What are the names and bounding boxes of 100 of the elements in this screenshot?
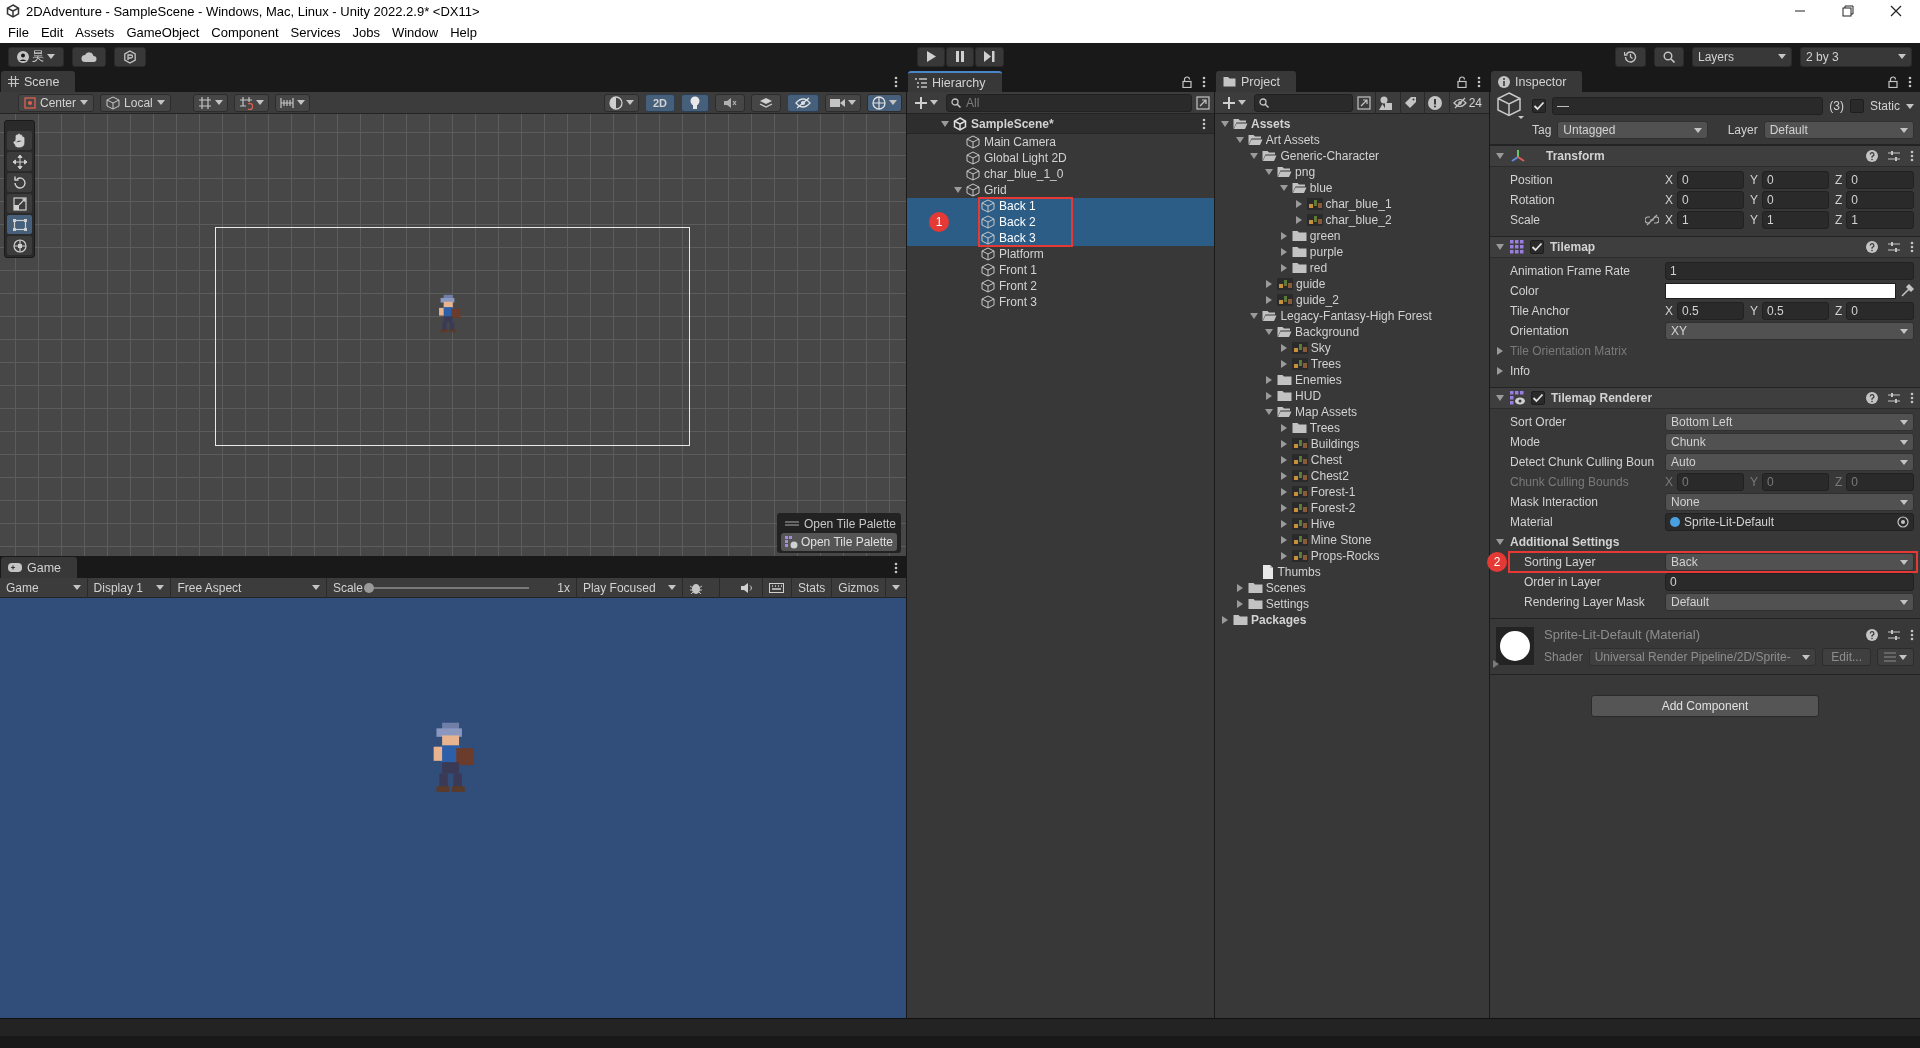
number-field[interactable]: 1 bbox=[1762, 211, 1829, 229]
lock-icon[interactable] bbox=[1457, 75, 1467, 88]
expand-arrow-icon[interactable] bbox=[1294, 200, 1303, 208]
project-item[interactable]: Forest-1 bbox=[1215, 484, 1489, 500]
view-dropdown[interactable]: Game bbox=[0, 577, 88, 598]
help-icon[interactable] bbox=[1866, 150, 1878, 162]
number-field[interactable]: 0 bbox=[1677, 171, 1744, 189]
dropdown[interactable]: Back bbox=[1665, 553, 1914, 571]
project-item[interactable]: Hive bbox=[1215, 516, 1489, 532]
expand-arrow-icon[interactable] bbox=[1279, 232, 1288, 240]
hierarchy-item[interactable]: Back 3 bbox=[907, 230, 1214, 246]
expand-arrow-icon[interactable] bbox=[1294, 216, 1303, 224]
shading-button[interactable] bbox=[603, 93, 639, 112]
project-item[interactable]: Map Assets bbox=[1215, 404, 1489, 420]
number-field[interactable]: 0.5 bbox=[1762, 302, 1829, 320]
collapse-arrow-icon[interactable] bbox=[1235, 136, 1244, 144]
pause-button[interactable] bbox=[945, 46, 974, 67]
slider-thumb[interactable] bbox=[363, 582, 374, 593]
component-header[interactable]: Tilemap bbox=[1490, 236, 1920, 258]
project-item[interactable]: green bbox=[1215, 228, 1489, 244]
object-field[interactable]: Sprite-Lit-Default bbox=[1665, 513, 1914, 531]
expand-arrow-icon[interactable] bbox=[1235, 584, 1244, 592]
project-item[interactable]: red bbox=[1215, 260, 1489, 276]
expand-arrow-icon[interactable] bbox=[1265, 280, 1274, 288]
project-item[interactable]: Trees bbox=[1215, 420, 1489, 436]
tool-button[interactable] bbox=[7, 215, 32, 234]
collapse-arrow-icon[interactable] bbox=[1265, 328, 1274, 336]
menu-item[interactable]: Edit bbox=[34, 25, 70, 40]
gameobject-cube-icon[interactable] bbox=[1496, 91, 1526, 121]
layer-dropdown[interactable]: Default bbox=[1763, 121, 1914, 139]
warning-filter-icon[interactable] bbox=[1427, 95, 1442, 110]
display-dropdown[interactable]: Display 1 bbox=[87, 577, 172, 598]
preset-icon[interactable] bbox=[1888, 150, 1900, 162]
more-options-icon[interactable] bbox=[1910, 241, 1914, 253]
expand-arrow-icon[interactable] bbox=[1279, 264, 1288, 272]
lock-icon[interactable] bbox=[1182, 75, 1192, 88]
close-icon[interactable] bbox=[1890, 5, 1902, 17]
pivot-dropdown[interactable]: Center bbox=[18, 93, 95, 112]
history-button[interactable] bbox=[1615, 46, 1646, 67]
expand-arrow-icon[interactable] bbox=[1265, 296, 1274, 304]
collapse-arrow-icon[interactable] bbox=[1279, 184, 1288, 192]
color-swatch[interactable] bbox=[1665, 283, 1896, 299]
project-item[interactable]: purple bbox=[1215, 244, 1489, 260]
collapse-arrow-icon[interactable] bbox=[1496, 538, 1504, 546]
expand-arrow-icon[interactable] bbox=[1279, 440, 1288, 448]
scene-toggle[interactable] bbox=[681, 93, 709, 112]
hierarchy-item[interactable]: Main Camera bbox=[907, 134, 1214, 150]
help-icon[interactable] bbox=[1866, 241, 1878, 253]
account-button[interactable]: 昊 bbox=[8, 46, 64, 67]
more-options-icon[interactable] bbox=[1477, 75, 1481, 88]
hierarchy-item[interactable]: char_blue_1_0 bbox=[907, 166, 1214, 182]
dropdown[interactable]: Auto bbox=[1665, 453, 1914, 471]
project-tab[interactable]: Project bbox=[1216, 71, 1296, 92]
search-button[interactable] bbox=[1654, 46, 1684, 67]
tag-dropdown[interactable]: Untagged bbox=[1557, 121, 1708, 139]
ruler-button[interactable] bbox=[274, 93, 310, 112]
collapse-arrow-icon[interactable] bbox=[1265, 168, 1274, 176]
focus-scene-icon[interactable] bbox=[1196, 95, 1210, 110]
inspector-tab[interactable]: Inspector bbox=[1491, 71, 1583, 92]
preset-icon[interactable] bbox=[1888, 392, 1900, 404]
foldout-label[interactable]: Additional Settings bbox=[1496, 535, 1620, 549]
preset-icon[interactable] bbox=[1888, 628, 1900, 641]
more-options-icon[interactable] bbox=[1910, 150, 1914, 162]
project-item[interactable]: char_blue_2 bbox=[1215, 212, 1489, 228]
dropdown[interactable]: Bottom Left bbox=[1665, 413, 1914, 431]
camera-button[interactable] bbox=[825, 93, 861, 112]
hierarchy-tab[interactable]: Hierarchy bbox=[908, 71, 1002, 92]
shapes-filter-icon[interactable] bbox=[1378, 95, 1393, 110]
number-field[interactable]: 0 bbox=[1846, 302, 1914, 320]
project-item[interactable]: Mine Stone bbox=[1215, 532, 1489, 548]
dropdown[interactable]: Chunk bbox=[1665, 433, 1914, 451]
more-options-icon[interactable] bbox=[1202, 75, 1206, 88]
name-field[interactable]: — bbox=[1552, 97, 1824, 115]
expand-arrow-icon[interactable] bbox=[1221, 616, 1229, 624]
menu-item[interactable]: Component bbox=[205, 25, 285, 40]
project-item[interactable]: guide_2 bbox=[1215, 292, 1489, 308]
number-field[interactable]: 0 bbox=[1762, 191, 1829, 209]
project-item[interactable]: blue bbox=[1215, 180, 1489, 196]
menu-item[interactable]: File bbox=[2, 25, 35, 40]
collapse-arrow-icon[interactable] bbox=[1250, 312, 1259, 320]
scene-toggle[interactable] bbox=[787, 93, 819, 112]
add-component-button[interactable]: Add Component bbox=[1591, 695, 1819, 717]
hierarchy-item[interactable]: Front 3 bbox=[907, 294, 1214, 310]
expand-arrow-icon[interactable] bbox=[1279, 552, 1288, 560]
more-options-icon[interactable] bbox=[1908, 75, 1912, 88]
checkbox[interactable] bbox=[1532, 99, 1546, 113]
expand-arrow-icon[interactable] bbox=[1279, 248, 1288, 256]
scene-toggle[interactable] bbox=[715, 93, 745, 112]
gizmos-button[interactable]: Gizmos bbox=[832, 577, 886, 598]
project-item[interactable]: Sky bbox=[1215, 340, 1489, 356]
tool-button[interactable] bbox=[7, 152, 32, 171]
project-item[interactable]: Chest bbox=[1215, 452, 1489, 468]
foldout-label[interactable]: Info bbox=[1496, 364, 1530, 378]
expand-arrow-icon[interactable] bbox=[1265, 392, 1274, 400]
number-field[interactable]: 0 bbox=[1665, 573, 1914, 591]
dropdown[interactable]: None bbox=[1665, 493, 1914, 511]
project-item[interactable]: Buildings bbox=[1215, 436, 1489, 452]
menu-item[interactable]: Window bbox=[385, 25, 445, 40]
collab-button[interactable] bbox=[114, 46, 146, 67]
search-field[interactable]: All bbox=[946, 93, 1192, 112]
